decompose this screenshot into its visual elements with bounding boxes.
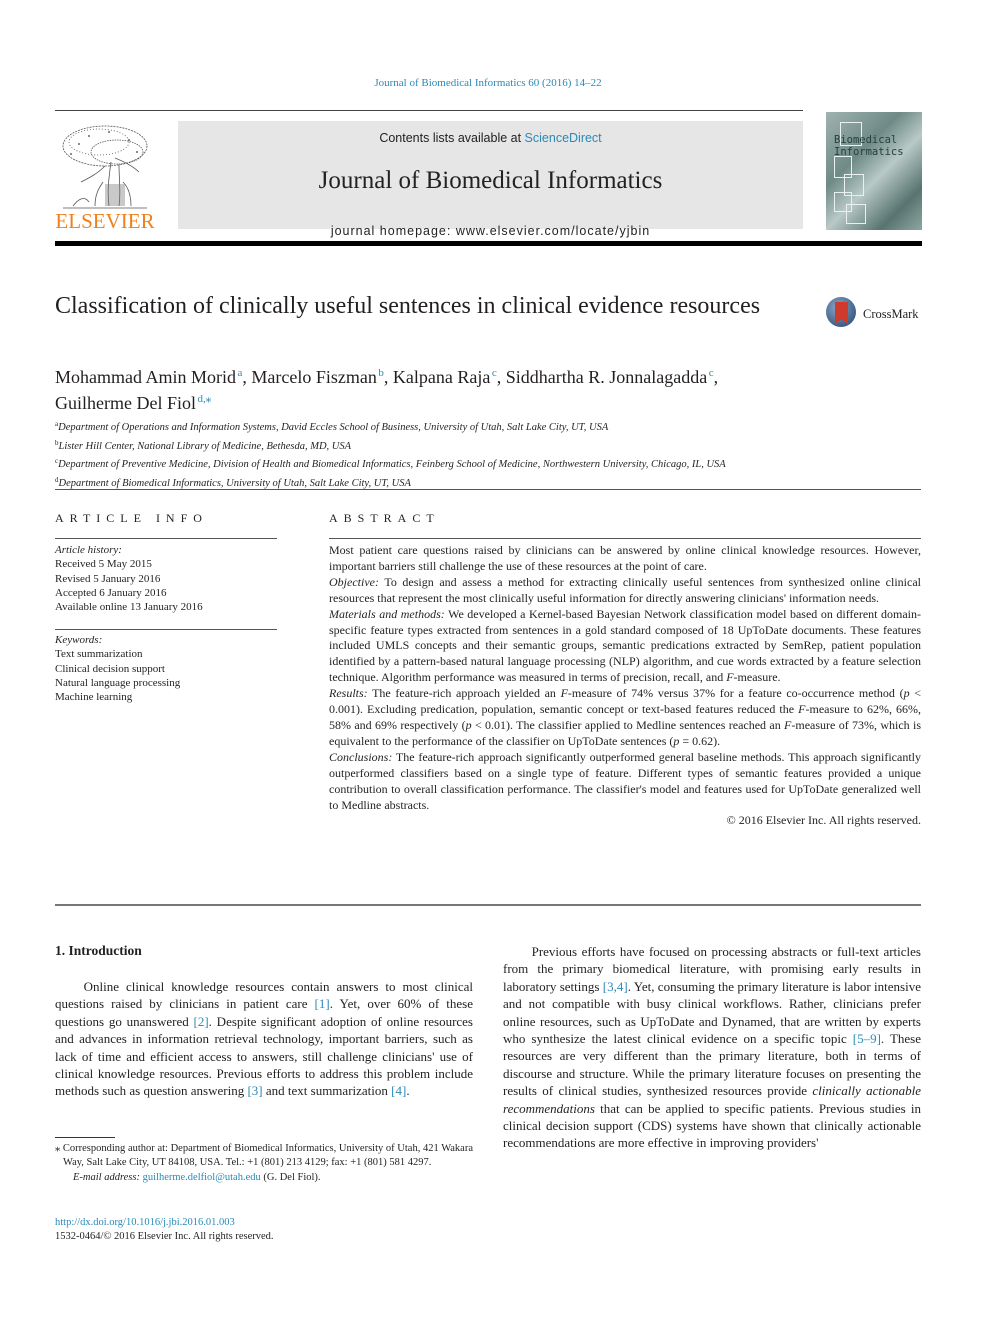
abstract-divider — [55, 904, 921, 906]
citation-link[interactable]: [3] — [247, 1083, 262, 1098]
masthead-top-rule — [55, 110, 803, 111]
abstract-heading: ABSTRACT — [329, 511, 440, 525]
affiliation: aDepartment of Operations and Informatio… — [55, 420, 609, 433]
abstract-conclusions: Conclusions: The feature-rich approach s… — [329, 749, 921, 812]
citation-link[interactable]: [1] — [315, 996, 330, 1011]
crossmark-label: CrossMark — [863, 307, 919, 321]
elsevier-logo: ELSEVIER — [55, 122, 155, 234]
contents-line: Contents lists available at ScienceDirec… — [178, 131, 803, 145]
body-column-left: Online clinical knowledge resources cont… — [55, 978, 473, 1100]
body-column-right: Previous efforts have focused on process… — [503, 943, 921, 1152]
history-item: Available online 13 January 2016 — [55, 601, 203, 614]
email-link[interactable]: guilherme.delfiol@utah.edu — [143, 1172, 261, 1183]
sciencedirect-link[interactable]: ScienceDirect — [525, 131, 602, 145]
corresponding-author: ⁎ Corresponding author at: Department of… — [55, 1143, 473, 1169]
header-divider — [55, 489, 921, 490]
abstract-background: Most patient care questions raised by cl… — [329, 543, 921, 573]
author-affiliation-marker[interactable]: d,⁎ — [198, 393, 212, 405]
masthead: ELSEVIER Contents lists available at Sci… — [55, 110, 922, 246]
article-history: Article history: Received 5 May 2015 Rev… — [55, 543, 277, 614]
article-info-rule — [55, 538, 277, 539]
abstract-rule — [329, 538, 921, 539]
article-history-label: Article history: — [55, 544, 122, 556]
abstract-methods: Materials and methods: We developed a Ke… — [329, 606, 922, 685]
section-heading-introduction: 1. Introduction — [55, 943, 142, 958]
journal-title: Journal of Biomedical Informatics — [318, 167, 663, 194]
affiliations: aDepartment of Operations and Informatio… — [55, 417, 925, 491]
abstract-objective: Objective: To design and assess a method… — [329, 574, 921, 605]
journal-banner: Contents lists available at ScienceDirec… — [178, 121, 803, 238]
keywords-label: Keywords: — [55, 634, 103, 646]
affiliation: cDepartment of Preventive Medicine, Divi… — [55, 457, 726, 470]
article-info-heading: ARTICLE INFO — [55, 511, 208, 525]
citation-link[interactable]: [2] — [194, 1014, 209, 1029]
author[interactable]: Kalpana Raja c — [393, 367, 497, 387]
history-item: Revised 5 January 2016 — [55, 572, 161, 585]
doi-link[interactable]: http://dx.doi.org/10.1016/j.jbi.2016.01.… — [55, 1217, 235, 1228]
cover-decoration — [846, 204, 866, 224]
keyword[interactable]: Clinical decision support — [55, 662, 277, 676]
journal-cover-thumbnail: Biomedical Informatics — [826, 112, 922, 230]
elsevier-tree-icon — [62, 125, 148, 209]
author-separator: , — [383, 367, 393, 387]
running-head[interactable]: Journal of Biomedical Informatics 60 (20… — [0, 77, 976, 89]
abstract-body: Most patient care questions raised by cl… — [329, 543, 921, 829]
issn-copyright: 1532-0464/© 2016 Elsevier Inc. All right… — [55, 1231, 274, 1243]
elsevier-wordmark: ELSEVIER — [55, 209, 155, 233]
keyword[interactable]: Text summarization — [55, 647, 277, 661]
doi-block: http://dx.doi.org/10.1016/j.jbi.2016.01.… — [55, 1216, 274, 1245]
crossmark-badge[interactable]: CrossMark — [826, 297, 926, 335]
keyword[interactable]: Natural language processing — [55, 676, 277, 690]
author[interactable]: Guilherme Del Fiol d,⁎ — [55, 393, 211, 413]
paragraph: Online clinical knowledge resources cont… — [55, 979, 473, 1099]
email-line: E-mail address: guilherme.delfiol@utah.e… — [73, 1171, 321, 1183]
author[interactable]: Mohammad Amin Morid a — [55, 367, 242, 387]
cover-title: Biomedical Informatics — [834, 134, 904, 158]
author-separator: , — [496, 367, 506, 387]
history-item: Received 5 May 2015 — [55, 558, 152, 571]
contents-prefix: Contents lists available at — [379, 131, 525, 145]
affiliation: bLister Hill Center, National Library of… — [55, 438, 352, 452]
cover-title-line: Biomedical — [834, 134, 898, 146]
author[interactable]: Marcelo Fiszman b — [251, 367, 383, 387]
author-list: Mohammad Amin Morid a, Marcelo Fiszman b… — [55, 362, 915, 414]
author[interactable]: Siddhartha R. Jonnalagadda c — [506, 367, 714, 387]
keyword[interactable]: Machine learning — [55, 690, 277, 704]
abstract-copyright: © 2016 Elsevier Inc. All rights reserved… — [726, 813, 921, 828]
journal-homepage[interactable]: journal homepage: www.elsevier.com/locat… — [178, 224, 803, 238]
citation-link[interactable]: [4] — [391, 1083, 406, 1098]
citation-link[interactable]: [3,4] — [603, 979, 628, 994]
citation-link[interactable]: [5–9] — [853, 1031, 881, 1046]
article-title: Classification of clinically useful sent… — [55, 293, 761, 319]
cover-title-line: Informatics — [834, 146, 904, 158]
history-item: Accepted 6 January 2016 — [55, 586, 167, 599]
masthead-bottom-rule — [55, 241, 922, 246]
corresponding-author-footnote: ⁎ Corresponding author at: Department of… — [55, 1142, 473, 1185]
paragraph: Previous efforts have focused on process… — [503, 944, 921, 1151]
footnote-rule — [55, 1137, 115, 1138]
keywords: Keywords: Text summarization Clinical de… — [55, 633, 277, 704]
abstract-results: Results: The feature-rich approach yield… — [329, 686, 922, 748]
author-separator: , — [713, 367, 719, 387]
keywords-rule — [55, 629, 277, 630]
